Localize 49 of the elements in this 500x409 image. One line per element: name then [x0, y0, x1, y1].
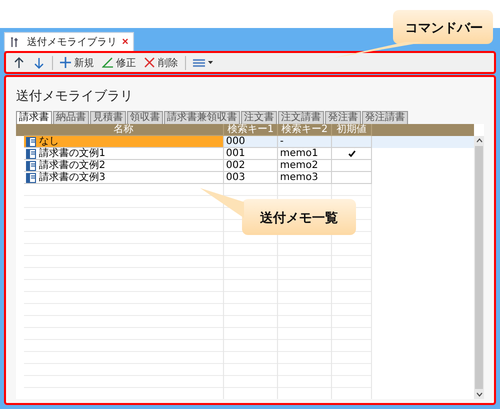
table-cell: memo3	[280, 172, 318, 183]
memo-icon	[26, 148, 37, 158]
document-type-tab[interactable]: 見積書	[90, 111, 126, 124]
document-type-tab[interactable]: 納品書	[53, 111, 89, 124]
table-row[interactable]: なし 000 -	[24, 136, 474, 148]
table-cell: 請求書の文例3	[39, 172, 106, 183]
table-cell: なし	[39, 136, 59, 147]
table-row[interactable]: 請求書の文例1 001 memo1	[24, 148, 474, 160]
plus-icon	[60, 57, 71, 68]
table-cell: 001	[226, 148, 246, 159]
document-type-tab[interactable]: 注文請書	[278, 111, 324, 124]
table-cell: 002	[226, 160, 246, 171]
document-type-tab[interactable]: 請求書兼領収書	[164, 111, 240, 124]
angle-icon	[102, 57, 113, 68]
check-icon	[348, 150, 356, 157]
down-arrow-icon	[33, 56, 45, 68]
delete-icon	[144, 57, 155, 68]
memo-icon	[26, 136, 37, 146]
list-icon	[193, 58, 205, 68]
new-button[interactable]: 新規	[57, 54, 97, 70]
table-cell: 000	[226, 136, 246, 147]
callout-text: 送付メモ一覧	[260, 210, 338, 227]
tab-title: 送付メモライブラリ	[27, 36, 117, 49]
delete-button[interactable]: 削除	[141, 54, 181, 70]
document-type-tab[interactable]: 領収書	[127, 111, 163, 124]
table-row[interactable]: 請求書の文例2 002 memo2	[24, 160, 474, 172]
vertical-scrollbar[interactable]	[474, 136, 484, 399]
scroll-down-icon[interactable]	[476, 392, 482, 397]
caret-icon	[208, 61, 213, 64]
memo-icon	[26, 172, 37, 182]
table-cell: 請求書の文例2	[39, 160, 106, 171]
page-title: 送付メモライブラリ	[16, 88, 134, 106]
table-cell: -	[280, 136, 284, 147]
table-cell: memo2	[280, 160, 318, 171]
table-cell: 請求書の文例1	[39, 148, 106, 159]
document-type-tab[interactable]: 注文書	[241, 111, 277, 124]
document-type-tab[interactable]: 発注書	[325, 111, 361, 124]
document-type-tab[interactable]: 発注請書	[362, 111, 408, 124]
table-cell: memo1	[280, 148, 318, 159]
edit-button[interactable]: 修正	[99, 54, 139, 70]
scrollbar-thumb[interactable]	[475, 146, 483, 389]
callout-text: コマンドバー	[405, 20, 483, 37]
scroll-up-icon[interactable]	[476, 138, 482, 143]
close-button[interactable]: ×	[122, 36, 128, 48]
up-arrow-icon	[13, 56, 25, 68]
document-tab[interactable]: 送付メモライブラリ ×	[4, 32, 134, 51]
document-type-tab[interactable]: 請求書	[16, 111, 52, 124]
memo-icon	[26, 160, 37, 170]
table-cell: 003	[226, 172, 246, 183]
